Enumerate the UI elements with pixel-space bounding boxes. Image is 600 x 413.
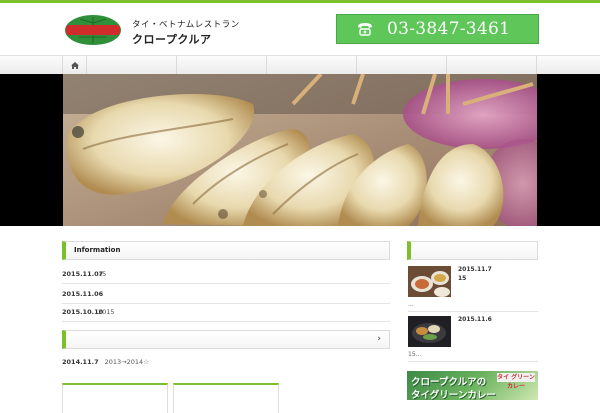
info-date: 2015.10.10 <box>62 308 104 316</box>
info-date: 2015.11.07 <box>62 270 104 278</box>
content-card[interactable] <box>62 383 168 413</box>
nav-item-4[interactable] <box>356 56 446 74</box>
info-list-item[interactable]: 2015.11.07 15 <box>62 264 390 284</box>
info-date: 2015.11.06 <box>62 290 104 298</box>
logo-leaf-icon <box>65 15 121 45</box>
sidebar-post-thumbnail[interactable] <box>408 316 451 347</box>
sidebar-post-excerpt: 15... <box>408 351 422 358</box>
phone-box[interactable]: 03-3847-3461 <box>336 14 539 44</box>
banner-line-2: タイグリーンカレー <box>411 390 496 400</box>
sidebar-heading-bar <box>407 241 538 260</box>
hero-image <box>63 74 537 226</box>
telephone-icon <box>358 23 372 36</box>
info-list-item[interactable]: 2015.11.06 <box>62 284 390 304</box>
nav-item-1[interactable] <box>86 56 176 74</box>
divider <box>408 361 538 362</box>
nav-home[interactable] <box>62 56 86 74</box>
restaurant-subtitle: タイ・ベトナムレストラン <box>132 20 240 30</box>
sidebar-post-excerpt: ... <box>408 301 414 308</box>
chevron-right-icon[interactable]: › <box>377 334 381 344</box>
info-text: 2015 <box>98 308 115 316</box>
sidebar-post-date[interactable]: 2015.11.7 <box>458 266 492 273</box>
news-date: 2014.11.7 <box>62 358 99 366</box>
nav-item-3[interactable] <box>266 56 356 74</box>
divider <box>408 311 538 312</box>
news-text: 2013→2014☆ <box>104 358 149 366</box>
banner-tag: タイ グリーンカレー <box>497 373 535 390</box>
site-logo[interactable] <box>62 13 124 47</box>
info-text: 15 <box>98 270 107 278</box>
information-heading: Information <box>74 246 121 254</box>
home-icon <box>70 61 79 69</box>
info-list-item[interactable]: 2015.10.10 2015 <box>62 302 390 322</box>
news-item[interactable]: 2014.11.7 2013→2014☆ <box>62 358 149 366</box>
global-nav <box>0 55 600 75</box>
phone-number: 03-3847-3461 <box>387 19 511 39</box>
sidebar-post-thumbnail[interactable] <box>408 266 451 297</box>
hero-slider[interactable] <box>0 74 600 226</box>
nav-item-5[interactable] <box>446 56 537 74</box>
green-curry-banner[interactable]: タイ グリーンカレー クロープクルアの タイグリーンカレー <box>407 371 538 400</box>
site-header: タイ・ベトナムレストラン クロープクルア 03-3847-3461 <box>0 3 600 55</box>
restaurant-name[interactable]: クロープクルア <box>132 31 212 47</box>
news-heading-bar[interactable]: › <box>62 330 390 349</box>
content-card[interactable] <box>173 383 279 413</box>
sidebar-post-title[interactable]: 15 <box>458 275 466 282</box>
information-heading-bar: Information <box>62 241 390 260</box>
sidebar-post-date[interactable]: 2015.11.6 <box>458 316 492 323</box>
nav-item-2[interactable] <box>176 56 266 74</box>
banner-line-1: クロープクルアの <box>411 377 487 388</box>
